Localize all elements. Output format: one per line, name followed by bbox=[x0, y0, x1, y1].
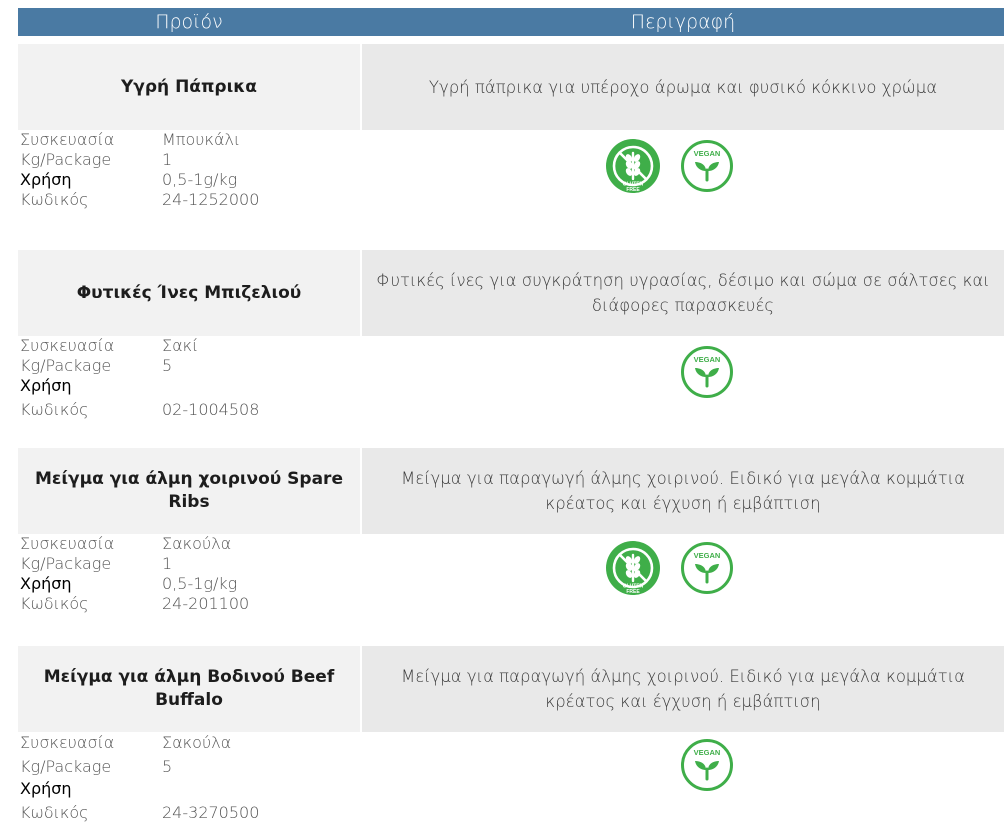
usage-value: 0,5-1g/kg bbox=[162, 170, 238, 189]
kg-package-label: Kg/Package bbox=[20, 554, 112, 573]
usage-label: Χρήση bbox=[20, 170, 72, 189]
kg-package-value: 1 bbox=[162, 150, 173, 169]
kg-package-label: Kg/Package bbox=[20, 356, 112, 375]
vegan-icon: VEGAN bbox=[681, 140, 733, 192]
product-name: Υγρή Πάπρικα bbox=[18, 44, 360, 130]
header-product: Προϊόν bbox=[155, 11, 223, 33]
code-label: Κωδικός bbox=[20, 190, 89, 209]
packaging-value: Μπουκάλι bbox=[162, 130, 241, 149]
gluten-free-icon: GLUTENFREE bbox=[606, 541, 660, 595]
product-name: Φυτικές Ίνες Μπιζελιού bbox=[18, 250, 360, 336]
usage-label: Χρήση bbox=[20, 574, 72, 593]
code-value: 24-1252000 bbox=[162, 190, 260, 209]
table-header: Προϊόν Περιγραφή bbox=[18, 8, 1004, 36]
usage-label: Χρήση bbox=[20, 376, 72, 395]
vegan-icon: VEGAN bbox=[681, 346, 733, 398]
kg-package-label: Kg/Package bbox=[20, 757, 112, 776]
gluten-free-icon: GLUTENFREE bbox=[606, 139, 660, 193]
packaging-label: Συσκευασία bbox=[20, 336, 115, 355]
code-value: 24-201100 bbox=[162, 594, 250, 613]
code-value: 02-1004508 bbox=[162, 400, 260, 419]
kg-package-value: 5 bbox=[162, 356, 173, 375]
usage-label: Χρήση bbox=[20, 779, 72, 798]
usage-value: 0,5-1g/kg bbox=[162, 574, 238, 593]
certification-icons: GLUTEN FREE VEGAN bbox=[605, 138, 735, 194]
product-description: Μείγμα για παραγωγή άλμης χοιρινού. Ειδι… bbox=[362, 646, 1004, 732]
svg-text:VEGAN: VEGAN bbox=[694, 355, 721, 364]
packaging-label: Συσκευασία bbox=[20, 733, 115, 752]
packaging-label: Συσκευασία bbox=[20, 130, 115, 149]
packaging-label: Συσκευασία bbox=[20, 534, 115, 553]
code-value: 24-3270500 bbox=[162, 803, 260, 822]
kg-package-value: 1 bbox=[162, 554, 173, 573]
certification-icons: GLUTEN FREE VEGAN bbox=[605, 540, 735, 596]
code-label: Κωδικός bbox=[20, 400, 89, 419]
product-name: Μείγμα για άλμη Βοδινού Beef Buffalo bbox=[18, 646, 360, 732]
svg-text:FREE: FREE bbox=[626, 589, 640, 595]
product-name: Μείγμα για άλμη χοιρινού Spare Ribs bbox=[18, 448, 360, 534]
code-label: Κωδικός bbox=[20, 594, 89, 613]
code-label: Κωδικός bbox=[20, 803, 89, 822]
kg-package-value: 5 bbox=[162, 757, 173, 776]
svg-text:FREE: FREE bbox=[626, 187, 640, 193]
product-description: Υγρή πάπρικα για υπέροχο άρωμα και φυσικ… bbox=[362, 44, 1004, 130]
vegan-icon: VEGAN bbox=[681, 739, 733, 791]
vegan-icon: VEGAN bbox=[681, 542, 733, 594]
kg-package-label: Kg/Package bbox=[20, 150, 112, 169]
packaging-value: Σακούλα bbox=[162, 534, 232, 553]
svg-text:VEGAN: VEGAN bbox=[694, 149, 721, 158]
product-description: Φυτικές ίνες για συγκράτηση υγρασίας, δέ… bbox=[362, 250, 1004, 336]
certification-icons: VEGAN bbox=[679, 737, 735, 793]
certification-icons: VEGAN bbox=[679, 344, 735, 400]
header-description: Περιγραφή bbox=[630, 11, 736, 33]
product-description: Μείγμα για παραγωγή άλμης χοιρινού. Ειδι… bbox=[362, 448, 1004, 534]
svg-text:VEGAN: VEGAN bbox=[694, 551, 721, 560]
packaging-value: Σακούλα bbox=[162, 733, 232, 752]
svg-text:VEGAN: VEGAN bbox=[694, 748, 721, 757]
packaging-value: Σακί bbox=[162, 336, 199, 355]
